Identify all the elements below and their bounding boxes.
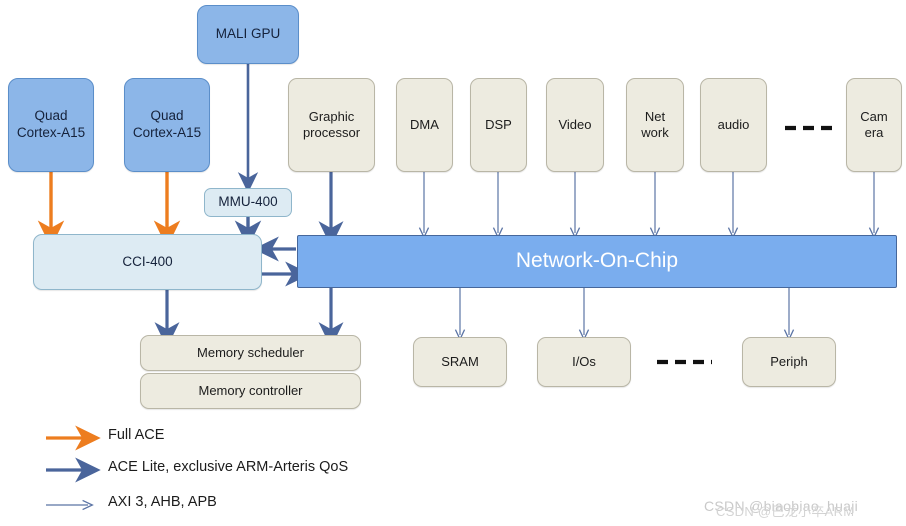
legend-item-full-ace: Full ACE — [46, 427, 164, 443]
node-network-on-chip-label: Network-On-Chip — [515, 249, 679, 273]
node-sram-label: SRAM — [441, 353, 479, 369]
node-mali-gpu[interactable]: MALI GPU — [197, 5, 299, 64]
node-network-label: Net work — [641, 108, 669, 140]
node-cpu-cluster-1-label: Quad Cortex-A15 — [16, 108, 86, 140]
node-graphic-processor-label: Graphic processor — [302, 108, 361, 140]
node-dma[interactable]: DMA — [396, 78, 453, 172]
legend-label-axi: AXI 3, AHB, APB — [108, 494, 217, 510]
node-periph[interactable]: Periph — [742, 337, 836, 387]
legend-item-axi: AXI 3, AHB, APB — [46, 494, 217, 510]
node-mali-gpu-label: MALI GPU — [215, 26, 281, 42]
node-ios-label: I/Os — [572, 353, 596, 369]
node-ios[interactable]: I/Os — [537, 337, 631, 387]
node-cpu-cluster-2-label: Quad Cortex-A15 — [132, 108, 202, 140]
node-video[interactable]: Video — [546, 78, 604, 172]
node-audio[interactable]: audio — [700, 78, 767, 172]
node-memory-controller[interactable]: Memory controller — [140, 373, 361, 409]
legend-label-full-ace: Full ACE — [108, 427, 165, 443]
node-camera-label: Cam era — [860, 108, 888, 140]
legend-item-ace-lite: ACE Lite, exclusive ARM-Arteris QoS — [46, 459, 348, 475]
node-memory-controller-label: Memory controller — [198, 382, 303, 398]
node-dsp[interactable]: DSP — [470, 78, 527, 172]
node-periph-label: Periph — [770, 353, 808, 369]
node-dsp-label: DSP — [485, 116, 512, 132]
legend-label-ace-lite: ACE Lite, exclusive ARM-Arteris QoS — [108, 459, 349, 475]
node-audio-label: audio — [717, 116, 750, 132]
node-network[interactable]: Net work — [626, 78, 684, 172]
node-memory-scheduler[interactable]: Memory scheduler — [140, 335, 361, 371]
node-cpu-cluster-1[interactable]: Quad Cortex-A15 — [8, 78, 94, 172]
node-mmu-400-label: MMU-400 — [218, 194, 278, 210]
node-dma-label: DMA — [410, 116, 439, 132]
node-graphic-processor[interactable]: Graphic processor — [288, 78, 375, 172]
diagram-canvas: MALI GPU Quad Cortex-A15 Quad Cortex-A15… — [0, 0, 906, 526]
node-sram[interactable]: SRAM — [413, 337, 507, 387]
node-network-on-chip[interactable]: Network-On-Chip — [297, 235, 897, 288]
node-cci-400-label: CCI-400 — [122, 253, 173, 269]
node-camera[interactable]: Cam era — [846, 78, 902, 172]
node-cci-400[interactable]: CCI-400 — [33, 234, 262, 290]
node-memory-scheduler-label: Memory scheduler — [197, 344, 304, 360]
node-mmu-400[interactable]: MMU-400 — [204, 188, 292, 217]
watermark-secondary: CSDN @巴龙小卒ARM — [716, 504, 855, 519]
node-video-label: Video — [558, 116, 592, 132]
node-cpu-cluster-2[interactable]: Quad Cortex-A15 — [124, 78, 210, 172]
